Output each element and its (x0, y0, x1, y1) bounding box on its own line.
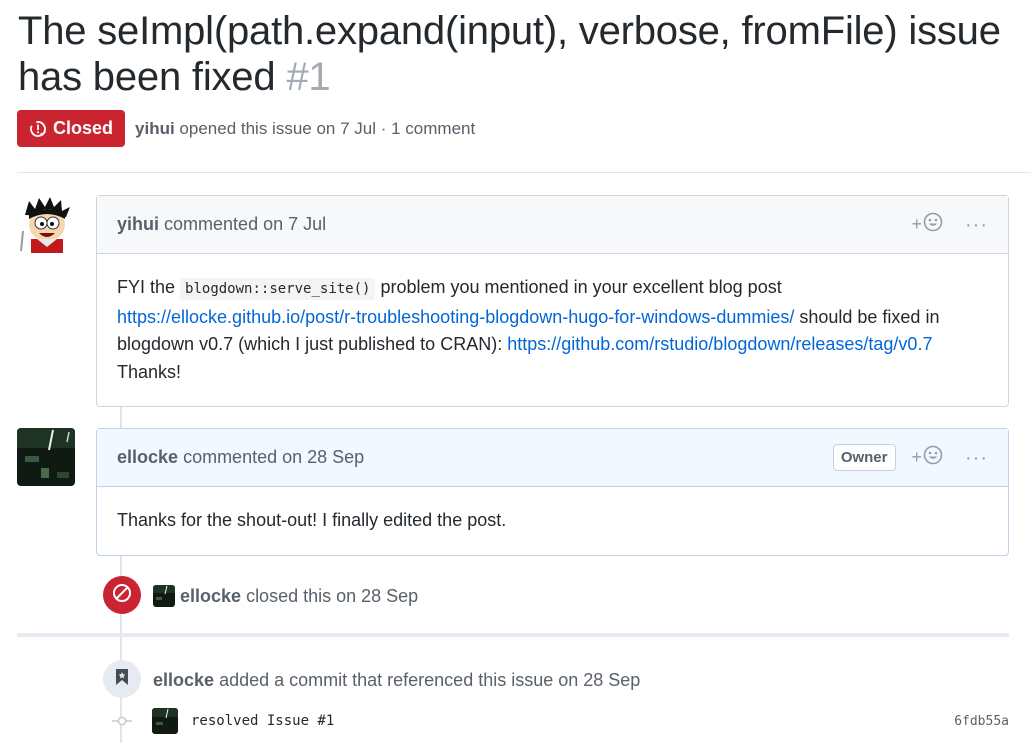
issue-meta-description: opened this issue on 7 Jul · 1 comment (179, 118, 476, 138)
reaction-plus-label: + (911, 447, 923, 467)
comment-header: yihui commented on 7 Jul + ··· (97, 196, 1008, 254)
comment-body: Thanks for the shout-out! I finally edit… (97, 487, 1008, 555)
commit-row: resolved Issue #1 6fdb55a (112, 706, 1009, 736)
comment-text: FYI the (117, 277, 181, 297)
add-reaction-button[interactable]: + (912, 445, 944, 470)
timeline-divider (17, 633, 1009, 637)
comment-author-link[interactable]: yihui (117, 214, 159, 235)
issue-title-text: The seImpl(path.expand(input), verbose, … (18, 9, 1001, 99)
commit-event-badge (103, 660, 141, 698)
smiley-icon (923, 212, 943, 237)
avatar-yihui[interactable] (17, 195, 75, 253)
issue-title: The seImpl(path.expand(input), verbose, … (18, 8, 1031, 100)
bookmark-icon (115, 668, 129, 691)
header-divider (17, 172, 1031, 173)
comment-timestamp[interactable]: commented on 28 Sep (183, 447, 364, 468)
timeline-line (120, 404, 122, 430)
comment-header: ellocke commented on 28 Sep Owner + ··· (97, 429, 1008, 487)
issue-author-link[interactable]: yihui (135, 119, 175, 138)
more-options-button[interactable]: ··· (965, 448, 988, 468)
release-link[interactable]: https://github.com/rstudio/blogdown/rele… (507, 334, 932, 354)
git-commit-icon (112, 711, 132, 731)
blog-post-link[interactable]: https://ellocke.github.io/post/r-trouble… (117, 307, 794, 327)
comment-text: problem you mentioned in your excellent … (375, 277, 782, 297)
smiley-icon (923, 445, 943, 470)
more-options-button[interactable]: ··· (965, 215, 988, 235)
add-reaction-button[interactable]: + (912, 212, 944, 237)
comment-author-link[interactable]: ellocke (117, 447, 178, 468)
issue-meta: Closed yihui opened this issue on 7 Jul … (17, 110, 475, 147)
event-text: added a commit that referenced this issu… (219, 669, 641, 690)
commit-sha-link[interactable]: 6fdb55a (954, 714, 1009, 729)
circle-slash-icon (111, 582, 133, 609)
avatar-ellocke-mini[interactable] (152, 708, 178, 734)
issue-state-label: Closed (53, 118, 114, 138)
owner-badge: Owner (832, 444, 896, 471)
commit-message-link[interactable]: resolved Issue #1 (191, 713, 334, 729)
closed-event: ellocke closed this on 28 Sep (153, 584, 418, 608)
commit-ref-event: ellocke added a commit that referenced t… (153, 668, 640, 692)
comment-body: FYI the blogdown::serve_site() problem y… (97, 254, 1008, 406)
inline-code: blogdown::serve_site() (180, 278, 376, 300)
reaction-plus-label: + (911, 214, 923, 234)
comment-text: Thanks for the shout-out! I finally edit… (117, 510, 507, 530)
issue-state-badge: Closed (17, 110, 126, 147)
comment-timestamp[interactable]: commented on 7 Jul (164, 214, 326, 235)
comment-ellocke: ellocke commented on 28 Sep Owner + ··· … (96, 428, 1009, 556)
issue-number: #1 (286, 55, 331, 99)
issue-meta-text: yihui opened this issue on 7 Jul · 1 com… (135, 119, 475, 139)
issue-closed-icon (29, 120, 47, 138)
event-author-link[interactable]: ellocke (180, 586, 241, 607)
event-author-link[interactable]: ellocke (153, 670, 214, 691)
event-text: closed this on 28 Sep (246, 585, 419, 606)
avatar-ellocke[interactable] (17, 428, 75, 486)
closed-event-badge (103, 576, 141, 614)
comment-text: Thanks! (117, 361, 182, 382)
avatar-ellocke-mini[interactable] (153, 585, 175, 607)
comment-yihui: yihui commented on 7 Jul + ··· FYI the b… (96, 195, 1009, 407)
